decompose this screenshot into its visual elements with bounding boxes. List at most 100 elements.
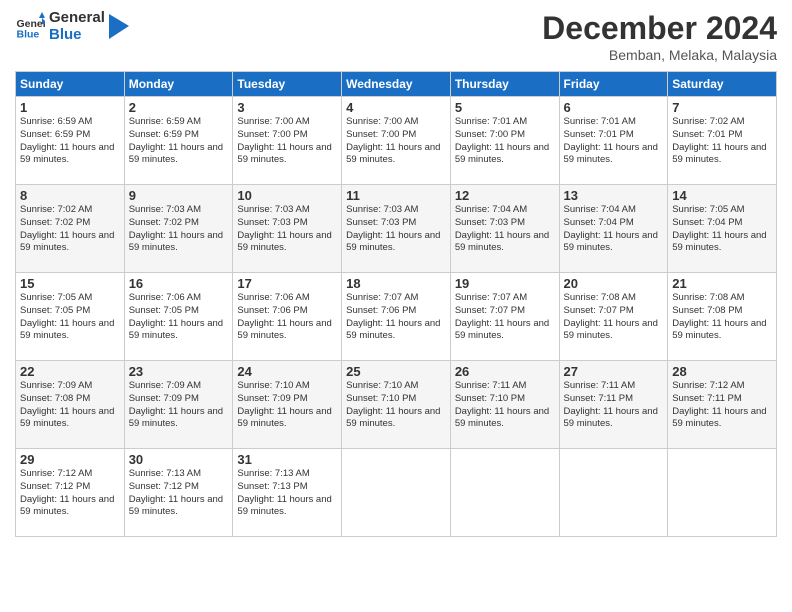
- day-number: 8: [20, 188, 120, 203]
- calendar-cell: 13 Sunrise: 7:04 AM Sunset: 7:04 PM Dayl…: [559, 185, 668, 273]
- header-sunday: Sunday: [16, 72, 125, 97]
- week-row-4: 29 Sunrise: 7:12 AM Sunset: 7:12 PM Dayl…: [16, 449, 777, 537]
- day-info: Sunrise: 7:10 AM Sunset: 7:09 PM Dayligh…: [237, 380, 337, 431]
- calendar-cell: 18 Sunrise: 7:07 AM Sunset: 7:06 PM Dayl…: [342, 273, 451, 361]
- calendar-cell: 29 Sunrise: 7:12 AM Sunset: 7:12 PM Dayl…: [16, 449, 125, 537]
- day-number: 29: [20, 452, 120, 467]
- day-number: 17: [237, 276, 337, 291]
- day-number: 26: [455, 364, 555, 379]
- calendar-cell: 28 Sunrise: 7:12 AM Sunset: 7:11 PM Dayl…: [668, 361, 777, 449]
- logo: General Blue General Blue: [15, 10, 129, 43]
- day-number: 14: [672, 188, 772, 203]
- day-number: 16: [129, 276, 229, 291]
- day-info: Sunrise: 7:03 AM Sunset: 7:02 PM Dayligh…: [129, 204, 229, 255]
- calendar-cell: 11 Sunrise: 7:03 AM Sunset: 7:03 PM Dayl…: [342, 185, 451, 273]
- day-number: 24: [237, 364, 337, 379]
- week-row-3: 22 Sunrise: 7:09 AM Sunset: 7:08 PM Dayl…: [16, 361, 777, 449]
- day-number: 3: [237, 100, 337, 115]
- header-saturday: Saturday: [668, 72, 777, 97]
- day-info: Sunrise: 7:11 AM Sunset: 7:10 PM Dayligh…: [455, 380, 555, 431]
- calendar-cell: 15 Sunrise: 7:05 AM Sunset: 7:05 PM Dayl…: [16, 273, 125, 361]
- week-row-2: 15 Sunrise: 7:05 AM Sunset: 7:05 PM Dayl…: [16, 273, 777, 361]
- day-info: Sunrise: 7:12 AM Sunset: 7:11 PM Dayligh…: [672, 380, 772, 431]
- logo-general: General: [49, 10, 105, 27]
- day-info: Sunrise: 7:08 AM Sunset: 7:08 PM Dayligh…: [672, 292, 772, 343]
- calendar-cell: 19 Sunrise: 7:07 AM Sunset: 7:07 PM Dayl…: [450, 273, 559, 361]
- calendar-cell: 20 Sunrise: 7:08 AM Sunset: 7:07 PM Dayl…: [559, 273, 668, 361]
- day-info: Sunrise: 7:06 AM Sunset: 7:05 PM Dayligh…: [129, 292, 229, 343]
- day-number: 18: [346, 276, 446, 291]
- day-info: Sunrise: 7:03 AM Sunset: 7:03 PM Dayligh…: [346, 204, 446, 255]
- day-info: Sunrise: 7:10 AM Sunset: 7:10 PM Dayligh…: [346, 380, 446, 431]
- calendar-cell: [450, 449, 559, 537]
- calendar-cell: 5 Sunrise: 7:01 AM Sunset: 7:00 PM Dayli…: [450, 97, 559, 185]
- header-row: SundayMondayTuesdayWednesdayThursdayFrid…: [16, 72, 777, 97]
- calendar-cell: 10 Sunrise: 7:03 AM Sunset: 7:03 PM Dayl…: [233, 185, 342, 273]
- day-info: Sunrise: 7:07 AM Sunset: 7:06 PM Dayligh…: [346, 292, 446, 343]
- day-number: 27: [564, 364, 664, 379]
- logo-blue: Blue: [49, 27, 105, 44]
- calendar-cell: 9 Sunrise: 7:03 AM Sunset: 7:02 PM Dayli…: [124, 185, 233, 273]
- day-info: Sunrise: 7:07 AM Sunset: 7:07 PM Dayligh…: [455, 292, 555, 343]
- day-number: 30: [129, 452, 229, 467]
- day-number: 2: [129, 100, 229, 115]
- day-info: Sunrise: 7:00 AM Sunset: 7:00 PM Dayligh…: [237, 116, 337, 167]
- calendar-cell: [342, 449, 451, 537]
- day-number: 22: [20, 364, 120, 379]
- calendar-cell: 24 Sunrise: 7:10 AM Sunset: 7:09 PM Dayl…: [233, 361, 342, 449]
- header-thursday: Thursday: [450, 72, 559, 97]
- calendar-cell: 17 Sunrise: 7:06 AM Sunset: 7:06 PM Dayl…: [233, 273, 342, 361]
- week-row-0: 1 Sunrise: 6:59 AM Sunset: 6:59 PM Dayli…: [16, 97, 777, 185]
- day-info: Sunrise: 7:11 AM Sunset: 7:11 PM Dayligh…: [564, 380, 664, 431]
- day-info: Sunrise: 7:03 AM Sunset: 7:03 PM Dayligh…: [237, 204, 337, 255]
- calendar-cell: 6 Sunrise: 7:01 AM Sunset: 7:01 PM Dayli…: [559, 97, 668, 185]
- calendar-cell: 14 Sunrise: 7:05 AM Sunset: 7:04 PM Dayl…: [668, 185, 777, 273]
- header: General Blue General Blue December 2024 …: [15, 10, 777, 63]
- calendar-cell: 4 Sunrise: 7:00 AM Sunset: 7:00 PM Dayli…: [342, 97, 451, 185]
- calendar-cell: 22 Sunrise: 7:09 AM Sunset: 7:08 PM Dayl…: [16, 361, 125, 449]
- calendar-cell: 31 Sunrise: 7:13 AM Sunset: 7:13 PM Dayl…: [233, 449, 342, 537]
- calendar-cell: 16 Sunrise: 7:06 AM Sunset: 7:05 PM Dayl…: [124, 273, 233, 361]
- calendar-cell: 3 Sunrise: 7:00 AM Sunset: 7:00 PM Dayli…: [233, 97, 342, 185]
- calendar-page: General Blue General Blue December 2024 …: [0, 0, 792, 612]
- day-number: 28: [672, 364, 772, 379]
- calendar-cell: 23 Sunrise: 7:09 AM Sunset: 7:09 PM Dayl…: [124, 361, 233, 449]
- day-number: 25: [346, 364, 446, 379]
- day-info: Sunrise: 7:00 AM Sunset: 7:00 PM Dayligh…: [346, 116, 446, 167]
- week-row-1: 8 Sunrise: 7:02 AM Sunset: 7:02 PM Dayli…: [16, 185, 777, 273]
- day-info: Sunrise: 7:09 AM Sunset: 7:08 PM Dayligh…: [20, 380, 120, 431]
- day-number: 9: [129, 188, 229, 203]
- calendar-table: SundayMondayTuesdayWednesdayThursdayFrid…: [15, 71, 777, 537]
- day-number: 21: [672, 276, 772, 291]
- title-block: December 2024 Bemban, Melaka, Malaysia: [542, 10, 777, 63]
- calendar-cell: 25 Sunrise: 7:10 AM Sunset: 7:10 PM Dayl…: [342, 361, 451, 449]
- day-info: Sunrise: 7:04 AM Sunset: 7:04 PM Dayligh…: [564, 204, 664, 255]
- day-info: Sunrise: 7:05 AM Sunset: 7:04 PM Dayligh…: [672, 204, 772, 255]
- day-number: 15: [20, 276, 120, 291]
- day-number: 6: [564, 100, 664, 115]
- day-number: 20: [564, 276, 664, 291]
- calendar-cell: 8 Sunrise: 7:02 AM Sunset: 7:02 PM Dayli…: [16, 185, 125, 273]
- logo-arrow-icon: [109, 14, 129, 39]
- location: Bemban, Melaka, Malaysia: [542, 47, 777, 63]
- day-info: Sunrise: 7:02 AM Sunset: 7:01 PM Dayligh…: [672, 116, 772, 167]
- month-title: December 2024: [542, 10, 777, 47]
- day-info: Sunrise: 7:09 AM Sunset: 7:09 PM Dayligh…: [129, 380, 229, 431]
- day-number: 10: [237, 188, 337, 203]
- calendar-cell: 26 Sunrise: 7:11 AM Sunset: 7:10 PM Dayl…: [450, 361, 559, 449]
- calendar-cell: [559, 449, 668, 537]
- day-info: Sunrise: 6:59 AM Sunset: 6:59 PM Dayligh…: [20, 116, 120, 167]
- calendar-cell: 1 Sunrise: 6:59 AM Sunset: 6:59 PM Dayli…: [16, 97, 125, 185]
- calendar-cell: 30 Sunrise: 7:13 AM Sunset: 7:12 PM Dayl…: [124, 449, 233, 537]
- day-info: Sunrise: 7:08 AM Sunset: 7:07 PM Dayligh…: [564, 292, 664, 343]
- svg-text:Blue: Blue: [17, 28, 40, 40]
- day-number: 7: [672, 100, 772, 115]
- calendar-cell: 12 Sunrise: 7:04 AM Sunset: 7:03 PM Dayl…: [450, 185, 559, 273]
- day-info: Sunrise: 6:59 AM Sunset: 6:59 PM Dayligh…: [129, 116, 229, 167]
- day-number: 19: [455, 276, 555, 291]
- calendar-cell: 21 Sunrise: 7:08 AM Sunset: 7:08 PM Dayl…: [668, 273, 777, 361]
- calendar-cell: 27 Sunrise: 7:11 AM Sunset: 7:11 PM Dayl…: [559, 361, 668, 449]
- day-info: Sunrise: 7:05 AM Sunset: 7:05 PM Dayligh…: [20, 292, 120, 343]
- header-monday: Monday: [124, 72, 233, 97]
- calendar-cell: 7 Sunrise: 7:02 AM Sunset: 7:01 PM Dayli…: [668, 97, 777, 185]
